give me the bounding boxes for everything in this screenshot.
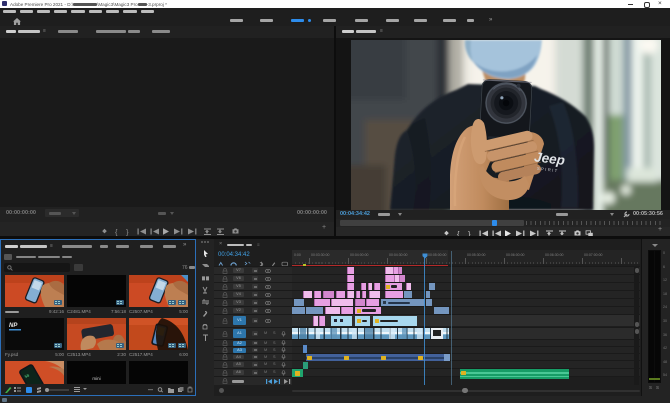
svg-text:NP: NP [9, 323, 18, 329]
svg-text:}: } [126, 228, 129, 236]
svg-text:mini: mini [92, 376, 100, 381]
svg-text:{: { [115, 228, 118, 236]
